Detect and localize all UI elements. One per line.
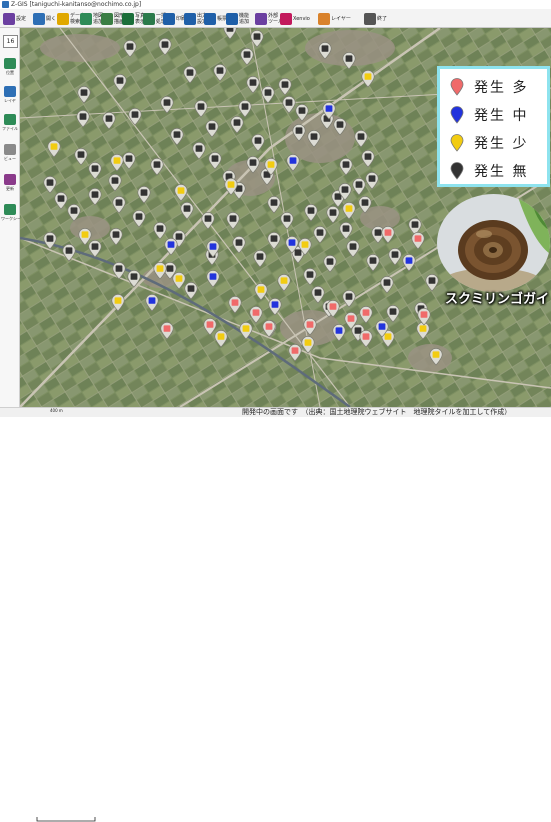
legend-item: 発生 中 bbox=[450, 103, 528, 127]
main-toolbar: 設定 開く データ 検索 地図 追加 図形 描画 写真 表示 一括 処理 印刷 出力 設定 帳票機… bbox=[0, 9, 551, 28]
legend-label: 発生 少 bbox=[474, 136, 529, 152]
scale-text: 400 m bbox=[50, 408, 63, 413]
report-icon bbox=[204, 12, 216, 25]
sidebar-item-label: 位置 bbox=[6, 70, 14, 75]
sidebar-item-label: ファイル bbox=[2, 126, 18, 131]
plugin-icon bbox=[226, 12, 238, 25]
left-sidebar: 16 位置レイヤファイルビュー更新ワークシート(A) bbox=[0, 28, 31, 407]
tools-icon bbox=[255, 12, 267, 25]
toolbar-button-print[interactable]: 印刷 bbox=[163, 10, 186, 27]
zoom-level-box[interactable]: 16 bbox=[3, 35, 18, 48]
toolbar-button-label: 機能 追加 bbox=[239, 12, 250, 25]
sidebar-item-label: レイヤ bbox=[4, 98, 16, 103]
toolbar-button-map-add[interactable]: 地図 追加 bbox=[80, 10, 103, 27]
toolbar-button-draw[interactable]: 図形 描画 bbox=[101, 10, 124, 27]
gear-icon bbox=[3, 12, 15, 25]
legend-item: 発生 少 bbox=[450, 131, 528, 155]
sidebar-item-worksheet[interactable]: ワークシート(A) bbox=[1, 204, 31, 224]
sidebar-item-label: 更新 bbox=[6, 186, 14, 191]
status-message: 開発中の画面です （出典：国土地理院ウェブサイト 地理院タイルを加工して作成） bbox=[242, 408, 512, 416]
status-bar: 400 m 開発中の画面です （出典：国土地理院ウェブサイト 地理院タイルを加工… bbox=[0, 407, 551, 822]
map-pin-icon bbox=[450, 134, 464, 152]
legend-label: 発生 無 bbox=[474, 164, 529, 180]
window-titlebar: Z-GIS [taniguchi-kanitanso@nochimo.co.jp… bbox=[0, 0, 551, 9]
legend-item: 発生 多 bbox=[450, 75, 528, 99]
map-add-icon bbox=[80, 12, 92, 25]
eye-icon bbox=[4, 144, 16, 155]
legend-item: 発生 無 bbox=[450, 159, 528, 183]
map-pin-icon bbox=[450, 162, 464, 180]
map-pin-icon bbox=[450, 78, 464, 96]
window-title: Z-GIS [taniguchi-kanitanso@nochimo.co.jp… bbox=[11, 1, 142, 8]
sidebar-item-layer[interactable]: レイヤ bbox=[1, 86, 19, 106]
worksheet-icon bbox=[4, 204, 16, 215]
toolbar-button-xenvio[interactable]: Xenvio bbox=[280, 10, 310, 27]
sidebar-item-file[interactable]: ファイル bbox=[1, 114, 19, 134]
toolbar-button-photo[interactable]: 写真 表示 bbox=[122, 10, 145, 27]
snail-caption: スクミリンゴガイ bbox=[444, 292, 549, 307]
app-logo-icon bbox=[2, 1, 9, 8]
update-icon bbox=[4, 174, 16, 185]
apple-snail-photo bbox=[437, 194, 550, 292]
exit-icon bbox=[364, 12, 376, 25]
toolbar-button-report[interactable]: 帳票 bbox=[204, 10, 227, 27]
legend-panel: 発生 多発生 中発生 少発生 無 bbox=[437, 66, 550, 187]
toolbar-button-label: Xenvio bbox=[293, 15, 310, 22]
map-pin-icon bbox=[450, 106, 464, 124]
layer-person-icon bbox=[318, 12, 330, 25]
print-icon bbox=[163, 12, 175, 25]
xenvio-icon bbox=[280, 12, 292, 25]
sidebar-item-label: ビュー bbox=[4, 156, 16, 161]
toolbar-button-layer-person[interactable]: レイヤー bbox=[318, 10, 351, 27]
sidebar-item-label: ワークシート(A) bbox=[1, 216, 31, 221]
map-canvas[interactable]: 発生 多発生 中発生 少発生 無 スクミリンゴガイ bbox=[20, 28, 551, 407]
legend-label: 発生 多 bbox=[474, 80, 529, 96]
toolbar-button-gear[interactable]: 設定 bbox=[3, 10, 26, 27]
toolbar-button-label: 終了 bbox=[377, 15, 388, 22]
toolbar-button-tools[interactable]: 外部 ツール bbox=[255, 10, 283, 27]
export-icon bbox=[184, 12, 196, 25]
apple-snail-icon bbox=[437, 194, 550, 292]
toolbar-button-label: 開く bbox=[46, 15, 57, 22]
legend-label: 発生 中 bbox=[474, 108, 529, 124]
sidebar-item-eye[interactable]: ビュー bbox=[1, 144, 19, 164]
toolbar-button-folder[interactable]: 開く bbox=[33, 10, 56, 27]
toolbar-button-exit[interactable]: 終了 bbox=[364, 10, 387, 27]
photo-icon bbox=[122, 12, 134, 25]
draw-icon bbox=[101, 12, 113, 25]
location-icon bbox=[4, 58, 16, 69]
sidebar-item-location[interactable]: 位置 bbox=[1, 58, 19, 78]
scale-bar bbox=[36, 817, 96, 822]
toolbar-button-label: レイヤー bbox=[331, 15, 351, 22]
file-icon bbox=[4, 114, 16, 125]
search-icon bbox=[57, 12, 69, 25]
layer-icon bbox=[4, 86, 16, 97]
sidebar-item-update[interactable]: 更新 bbox=[1, 174, 19, 194]
grid-icon bbox=[143, 12, 155, 25]
toolbar-button-label: 設定 bbox=[16, 15, 27, 22]
toolbar-button-plugin[interactable]: 機能 追加 bbox=[226, 10, 249, 27]
folder-icon bbox=[33, 12, 45, 25]
